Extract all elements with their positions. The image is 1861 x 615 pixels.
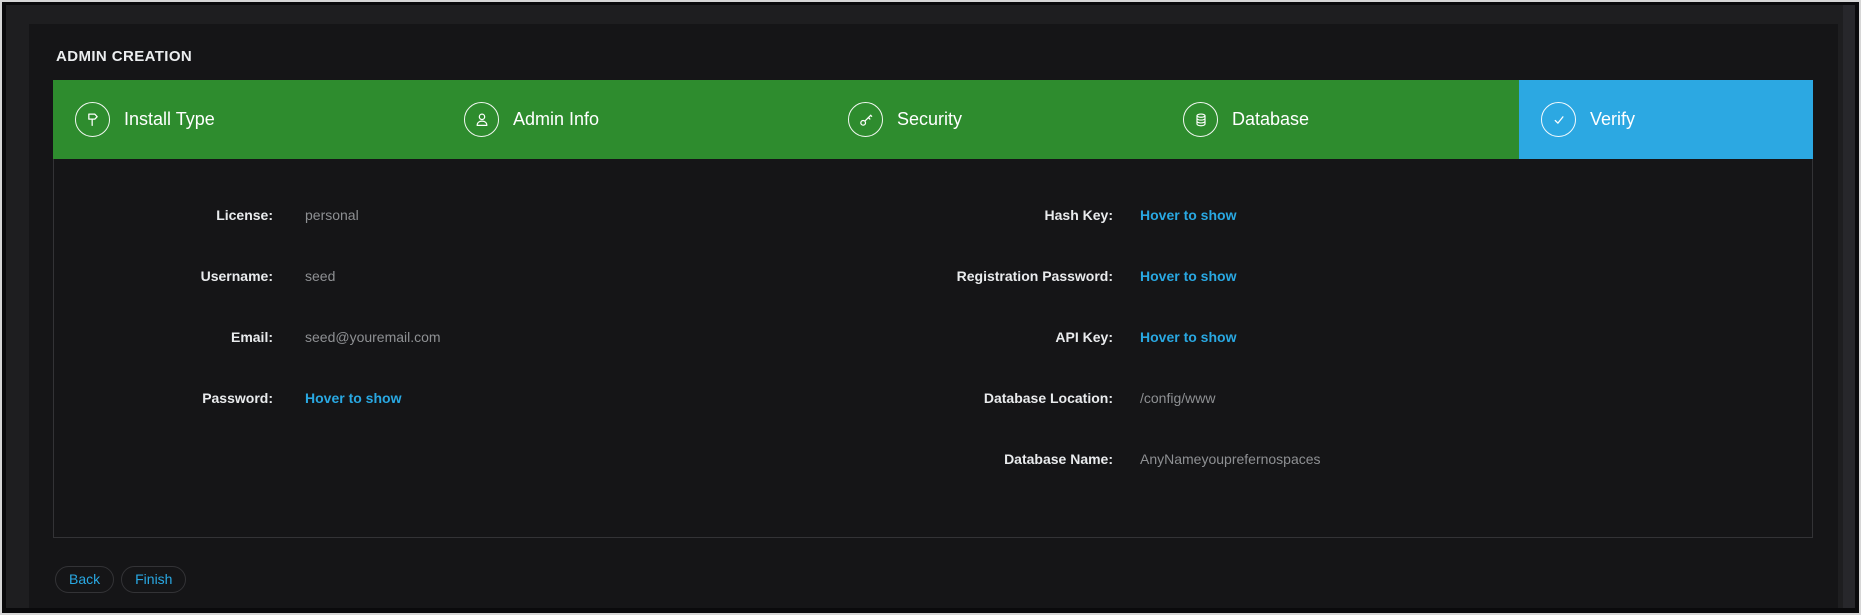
summary-column-right: Hash Key: Hover to show Registration Pas… xyxy=(934,184,1814,489)
field-label: Database Name: xyxy=(934,451,1113,467)
check-icon xyxy=(1541,102,1576,137)
admin-creation-panel: ADMIN CREATION Install Type xyxy=(29,24,1838,608)
field-label: License: xyxy=(54,207,273,223)
field-label: Hash Key: xyxy=(934,207,1113,223)
field-row-registration-password: Registration Password: Hover to show xyxy=(934,245,1814,306)
field-label: Username: xyxy=(54,268,273,284)
finish-button[interactable]: Finish xyxy=(121,566,186,593)
field-row-database-location: Database Location: /config/www xyxy=(934,367,1814,428)
vertical-scrollbar[interactable] xyxy=(1843,5,1855,608)
hover-to-show-link[interactable]: Hover to show xyxy=(1140,207,1236,223)
step-label: Verify xyxy=(1590,109,1635,130)
step-admin-info[interactable]: Admin Info xyxy=(442,80,826,159)
field-value: AnyNameyouprefernospaces xyxy=(1140,451,1321,467)
signpost-icon xyxy=(75,102,110,137)
field-row-api-key: API Key: Hover to show xyxy=(934,306,1814,367)
hover-to-show-link[interactable]: Hover to show xyxy=(1140,268,1236,284)
step-label: Admin Info xyxy=(513,109,599,130)
wizard-steps: Install Type Admin Info xyxy=(53,80,1813,159)
wizard-actions: Back Finish xyxy=(55,566,186,593)
hover-to-show-link[interactable]: Hover to show xyxy=(305,390,401,406)
step-database[interactable]: Database xyxy=(1161,80,1519,159)
wizard-box: Install Type Admin Info xyxy=(53,80,1813,538)
field-row-email: Email: seed@youremail.com xyxy=(54,306,934,367)
user-icon xyxy=(464,102,499,137)
window-frame: ADMIN CREATION Install Type xyxy=(0,0,1861,615)
field-label: Database Location: xyxy=(934,390,1113,406)
field-label: Email: xyxy=(54,329,273,345)
key-icon xyxy=(848,102,883,137)
field-label: Password: xyxy=(54,390,273,406)
field-value: seed@youremail.com xyxy=(305,329,441,345)
step-install-type[interactable]: Install Type xyxy=(53,80,442,159)
back-button[interactable]: Back xyxy=(55,566,114,593)
hover-to-show-link[interactable]: Hover to show xyxy=(1140,329,1236,345)
step-verify[interactable]: Verify xyxy=(1519,80,1813,159)
field-row-password: Password: Hover to show xyxy=(54,367,934,428)
step-label: Install Type xyxy=(124,109,215,130)
field-row-username: Username: seed xyxy=(54,245,934,306)
field-row-hash-key: Hash Key: Hover to show xyxy=(934,184,1814,245)
field-row-database-name: Database Name: AnyNameyouprefernospaces xyxy=(934,428,1814,489)
summary-column-left: License: personal Username: seed Email: … xyxy=(54,184,934,428)
database-icon xyxy=(1183,102,1218,137)
page-title: ADMIN CREATION xyxy=(56,48,192,65)
field-value: personal xyxy=(305,207,359,223)
step-security[interactable]: Security xyxy=(826,80,1161,159)
field-value: seed xyxy=(305,268,335,284)
field-row-license: License: personal xyxy=(54,184,934,245)
field-label: Registration Password: xyxy=(934,268,1113,284)
field-label: API Key: xyxy=(934,329,1113,345)
step-label: Security xyxy=(897,109,962,130)
step-label: Database xyxy=(1232,109,1309,130)
field-value: /config/www xyxy=(1140,390,1215,406)
page-background: ADMIN CREATION Install Type xyxy=(6,5,1855,608)
